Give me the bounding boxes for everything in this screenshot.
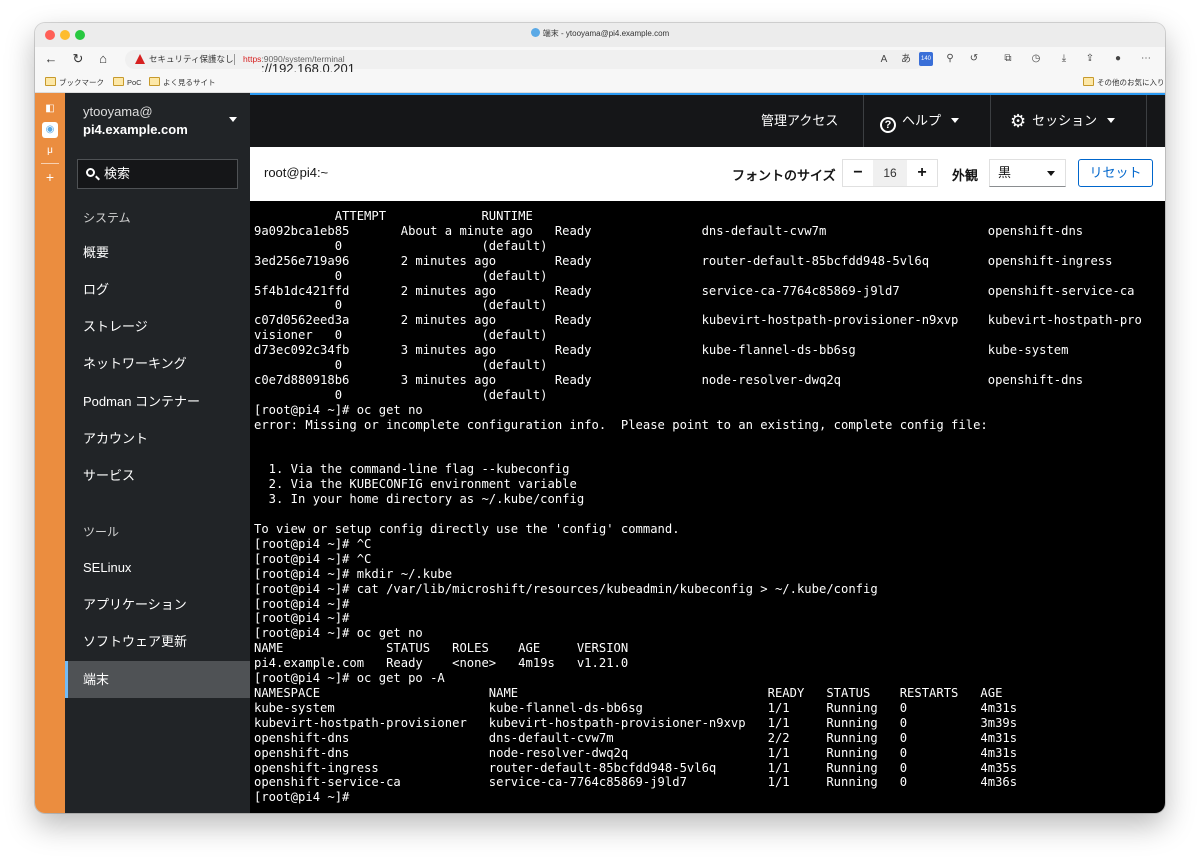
bookmarks-bar: ブックマーク PoC よく見るサイト その他のお気に入り [35, 72, 1165, 93]
appearance-select[interactable]: 黒 [989, 159, 1066, 187]
reload-icon[interactable]: ↻ [70, 51, 86, 67]
masthead: 管理アクセス ? ヘルプ ⚙ セッション [250, 93, 1165, 147]
bookmark-folder[interactable]: ブックマーク [45, 77, 104, 88]
nav-item-applications[interactable]: アプリケーション [65, 586, 250, 623]
nav-section-tools: ツール [83, 525, 120, 539]
search-placeholder: 検索 [104, 166, 131, 181]
help-menu-button[interactable]: ? ヘルプ [880, 95, 960, 147]
nav-item-terminal[interactable]: 端末 [65, 661, 250, 698]
nav-section-system: システム [83, 211, 131, 225]
refresh-extension-icon[interactable]: ↺ [967, 52, 981, 66]
cockpit-favicon-icon [530, 28, 540, 37]
bookmark-folder[interactable]: よく見るサイト [149, 77, 216, 88]
extension-badge[interactable]: 140 [919, 52, 933, 66]
terminal-output[interactable]: ATTEMPT RUNTIME 9a092bca1eb85 About a mi… [250, 201, 1165, 805]
session-menu-button[interactable]: ⚙ セッション [1010, 95, 1116, 147]
folder-icon [149, 77, 160, 86]
chevron-down-icon [1047, 171, 1055, 176]
reset-button[interactable]: リセット [1078, 159, 1153, 187]
url-text[interactable]: https://192.168.0.201:9090/system/termin… [243, 50, 355, 76]
mu-app-icon[interactable]: μ [42, 143, 58, 159]
gear-icon: ⚙ [1010, 111, 1027, 131]
decrease-font-button[interactable]: − [843, 160, 873, 186]
translate-icon[interactable]: あ [899, 53, 913, 67]
download-icon[interactable]: ⤓ [1057, 52, 1071, 66]
split-screen-icon[interactable]: ⧉ [1001, 52, 1015, 66]
back-arrow-icon[interactable]: ← [43, 51, 59, 67]
nav-item-storage[interactable]: ストレージ [65, 308, 250, 345]
nav-search-input[interactable]: 検索 [77, 159, 238, 189]
appearance-label: 外観 [952, 168, 979, 183]
tabs-panel-icon[interactable]: ◧ [42, 101, 58, 117]
font-size-value[interactable]: 16 [873, 160, 907, 186]
nav-item-logs[interactable]: ログ [65, 271, 250, 308]
nav-item-podman[interactable]: Podman コンテナー [65, 383, 250, 420]
terminal-screen[interactable]: ATTEMPT RUNTIME 9a092bca1eb85 About a mi… [250, 201, 1165, 813]
nav-item-networking[interactable]: ネットワーキング [65, 345, 250, 382]
folder-icon [113, 77, 124, 86]
bookmark-folder[interactable]: PoC [113, 77, 142, 87]
cockpit-nav: ytooyama@ pi4.example.com 検索 システム 概要 ログ … [65, 93, 250, 813]
profile-avatar-icon[interactable]: ● [1111, 52, 1125, 66]
browser-toolbar: ← ↻ ⌂ セキュリティ保護なし https://192.168.0.201:9… [35, 47, 1165, 76]
folder-icon [1083, 77, 1094, 86]
font-size-label: フォントのサイズ [732, 168, 836, 183]
more-menu-icon[interactable]: ⋯ [1139, 52, 1153, 66]
cockpit-app-icon[interactable]: ◉ [42, 122, 58, 138]
help-icon: ? [880, 117, 896, 133]
history-icon[interactable]: ◷ [1029, 52, 1043, 66]
sidebar-divider [41, 163, 59, 164]
extension-icon[interactable]: ⚲ [943, 52, 957, 66]
address-bar[interactable]: セキュリティ保護なし https://192.168.0.201:9090/sy… [125, 50, 932, 76]
browser-window: 端末 - ytooyama@pi4.example.com ← ↻ ⌂ セキュリ… [35, 23, 1165, 813]
session-label: セッション [1032, 113, 1098, 128]
read-aloud-icon[interactable]: A [877, 53, 891, 67]
increase-font-button[interactable]: + [907, 160, 937, 186]
home-icon[interactable]: ⌂ [95, 51, 111, 67]
chevron-down-icon [1107, 118, 1116, 123]
warning-icon [135, 54, 145, 64]
terminal-title: root@pi4:~ [264, 165, 329, 180]
tab-title: 端末 - ytooyama@pi4.example.com [542, 29, 670, 38]
masthead-divider [1146, 95, 1147, 147]
terminal-header: root@pi4:~ フォントのサイズ − 16 + 外観 黒 リセット [250, 147, 1165, 201]
search-icon [86, 168, 95, 177]
title-bar: 端末 - ytooyama@pi4.example.com [35, 23, 1165, 47]
browser-sidebar: ◧ ◉ μ + [35, 93, 65, 813]
host-name: pi4.example.com [83, 122, 188, 137]
security-label[interactable]: セキュリティ保護なし [149, 50, 234, 69]
chevron-down-icon[interactable] [229, 117, 237, 122]
other-bookmarks-folder[interactable]: その他のお気に入り [1083, 77, 1165, 88]
admin-access-button[interactable]: 管理アクセス [761, 95, 838, 147]
host-switcher[interactable]: ytooyama@ pi4.example.com [83, 103, 188, 139]
add-app-icon[interactable]: + [42, 169, 58, 185]
appearance-value: 黒 [998, 165, 1012, 180]
help-label: ヘルプ [902, 113, 942, 128]
nav-item-accounts[interactable]: アカウント [65, 420, 250, 457]
nav-item-overview[interactable]: 概要 [65, 234, 250, 271]
nav-item-selinux[interactable]: SELinux [65, 549, 250, 586]
chevron-down-icon [951, 118, 960, 123]
host-user: ytooyama@ [83, 104, 153, 119]
folder-icon [45, 77, 56, 86]
nav-item-software-updates[interactable]: ソフトウェア更新 [65, 623, 250, 660]
window-title: 端末 - ytooyama@pi4.example.com [35, 28, 1165, 39]
share-icon[interactable]: ⇪ [1083, 52, 1097, 66]
masthead-divider [990, 95, 991, 147]
nav-item-services[interactable]: サービス [65, 457, 250, 494]
masthead-divider [863, 95, 864, 147]
address-separator [234, 54, 235, 65]
font-size-stepper: − 16 + [842, 159, 938, 187]
